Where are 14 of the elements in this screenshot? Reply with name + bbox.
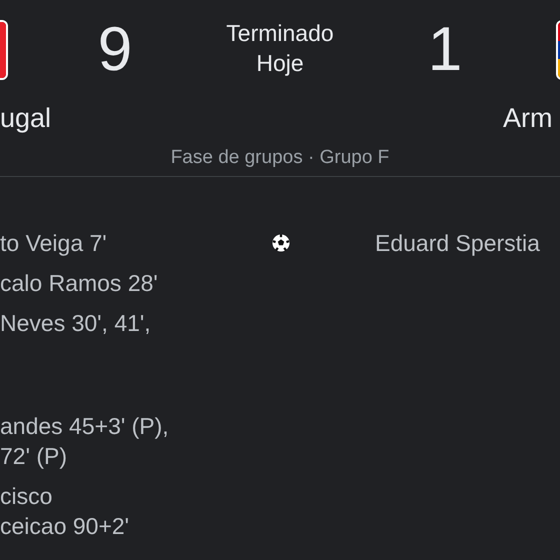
team-name: Arm	[503, 103, 552, 134]
goal-scorer: andes 45+3' (P), 72' (P)	[0, 412, 170, 471]
home-score: 9	[96, 20, 134, 86]
match-status: Terminado	[226, 19, 334, 48]
goal-scorer: to Veiga 7'	[0, 229, 108, 258]
team-name: ugal	[0, 103, 52, 134]
goal-scorer: Neves 30', 41',	[0, 309, 152, 338]
goal-scorer: Eduard Sperstia	[375, 229, 541, 258]
soccer-ball-icon	[272, 234, 290, 252]
goal-scorer: cisco ceicao 90+2'	[0, 482, 130, 541]
away-score: 1	[426, 20, 464, 86]
match-stage: Fase de grupos · Grupo F	[170, 146, 390, 170]
goal-scorer: calo Ramos 28'	[0, 269, 159, 298]
match-date: Hoje	[256, 49, 304, 78]
